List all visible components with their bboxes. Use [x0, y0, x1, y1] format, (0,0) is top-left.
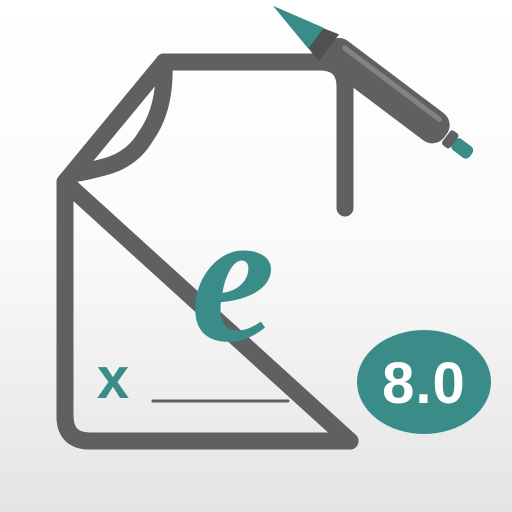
- version-label: 8.0: [382, 351, 466, 416]
- signature-x-mark: x: [97, 346, 129, 411]
- pen-body: [321, 37, 450, 144]
- app-icon: x e 8.0: [0, 0, 512, 512]
- version-badge: 8.0: [357, 330, 491, 434]
- pen-icon: [272, 5, 474, 159]
- logo-letter-e: e: [191, 172, 275, 382]
- app-icon-artwork: x e 8.0: [56, 5, 491, 450]
